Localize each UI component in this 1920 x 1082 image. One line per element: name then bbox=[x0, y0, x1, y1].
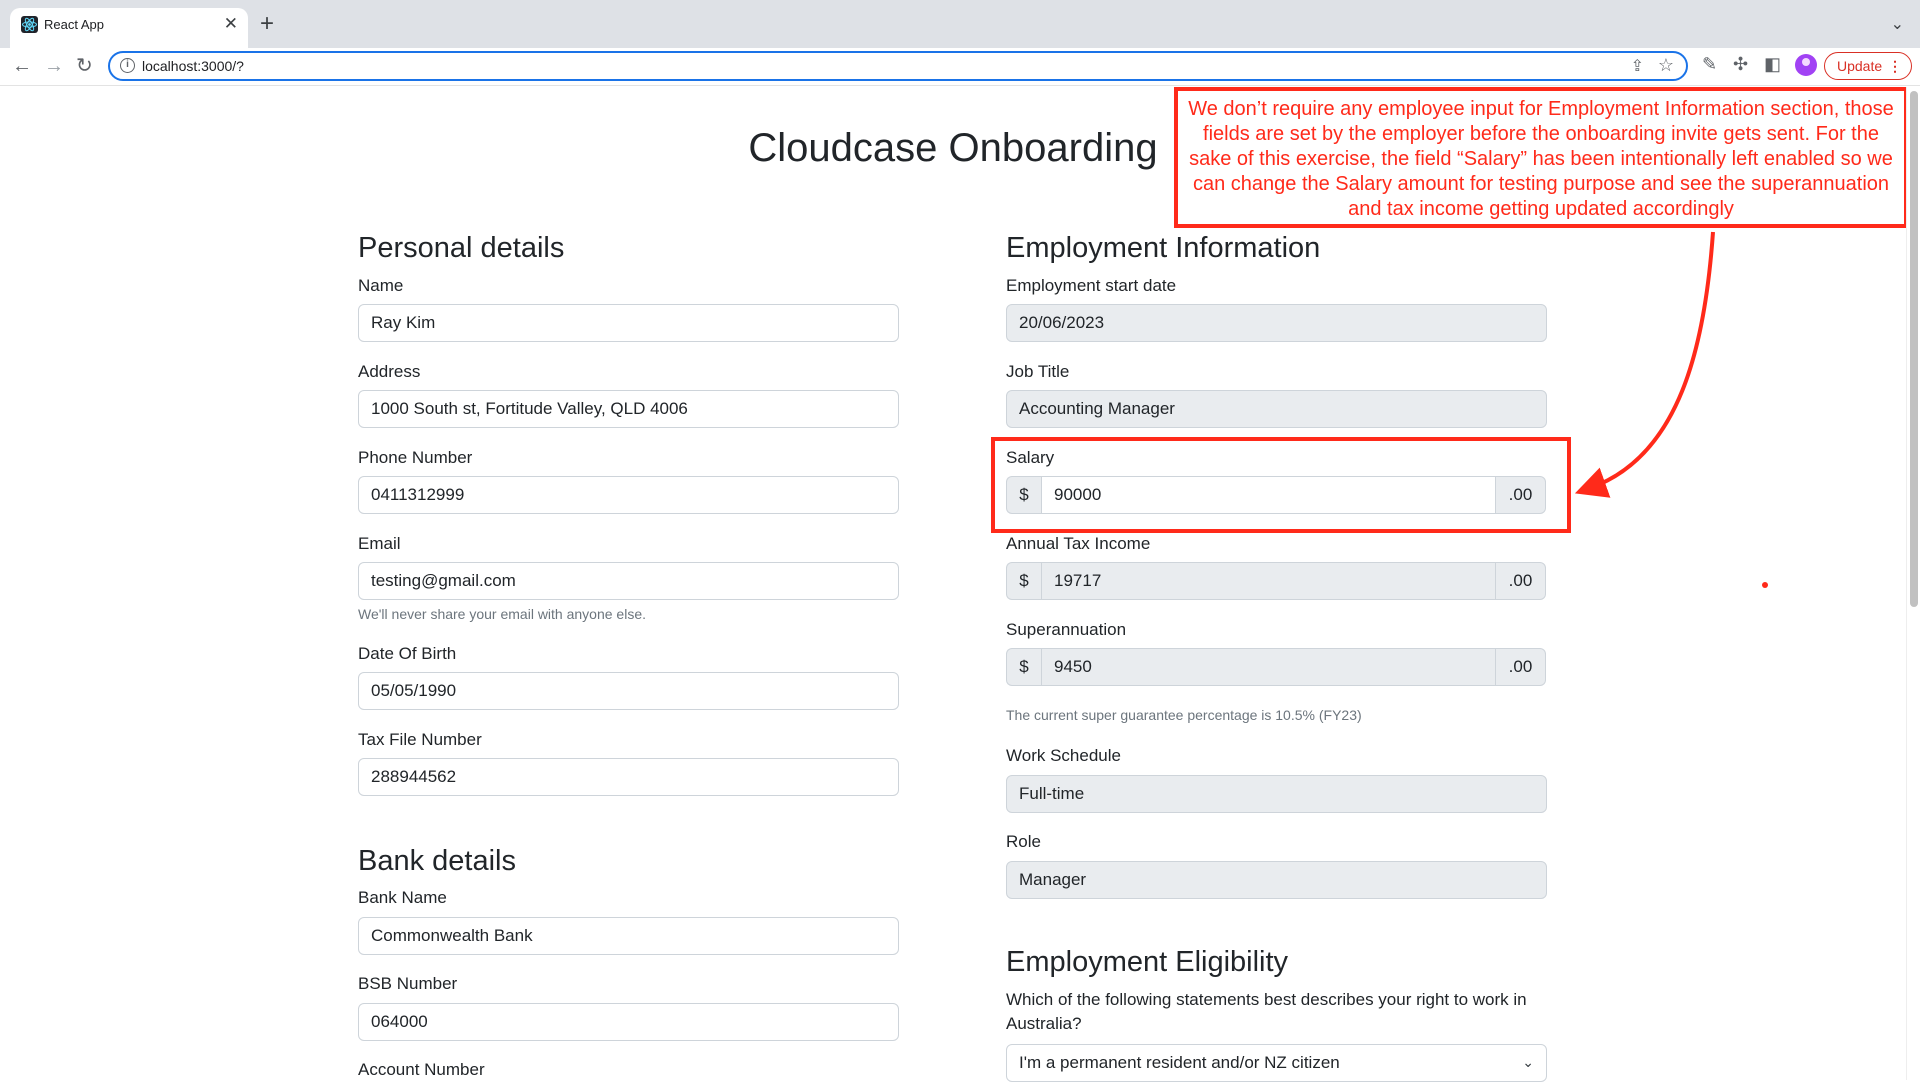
url-text[interactable]: localhost:3000/? bbox=[142, 58, 244, 74]
bookmark-star-icon[interactable]: ☆ bbox=[1658, 55, 1674, 76]
role-label: Role bbox=[1006, 832, 1041, 851]
work-schedule-label: Work Schedule bbox=[1006, 746, 1121, 765]
tab-strip: React App ✕ + ⌄ bbox=[0, 0, 1920, 48]
address-label: Address bbox=[358, 362, 421, 381]
account-number-label: Account Number bbox=[358, 1060, 485, 1079]
bank-name-label: Bank Name bbox=[358, 888, 447, 907]
job-title-label: Job Title bbox=[1006, 362, 1070, 381]
employment-info-heading: Employment Information bbox=[1006, 232, 1321, 264]
tab-title: React App bbox=[44, 17, 104, 32]
cursor-dot bbox=[1762, 582, 1768, 588]
edit-extension-icon[interactable]: ✎ bbox=[1702, 54, 1717, 75]
tax-cents-suffix: .00 bbox=[1496, 562, 1546, 600]
new-tab-icon[interactable]: + bbox=[260, 10, 274, 38]
bsb-label: BSB Number bbox=[358, 974, 458, 993]
eligibility-question: Which of the following statements best d… bbox=[1006, 990, 1527, 1033]
profile-avatar[interactable] bbox=[1795, 54, 1817, 76]
email-label: Email bbox=[358, 534, 401, 553]
react-logo-icon bbox=[21, 16, 38, 33]
bank-name-input[interactable]: Commonwealth Bank bbox=[358, 917, 899, 955]
personal-details-heading: Personal details bbox=[358, 232, 565, 264]
dob-input[interactable]: 05/05/1990 bbox=[358, 672, 899, 710]
address-input[interactable]: 1000 South st, Fortitude Valley, QLD 400… bbox=[358, 390, 899, 428]
annotation-arrow bbox=[1574, 231, 1715, 498]
name-input[interactable]: Ray Kim bbox=[358, 304, 899, 342]
tax-income-input: 19717 bbox=[1041, 562, 1496, 600]
scrollbar-thumb[interactable] bbox=[1910, 91, 1918, 607]
super-guarantee-hint: The current super guarantee percentage i… bbox=[1006, 707, 1362, 723]
start-date-input: 20/06/2023 bbox=[1006, 304, 1547, 342]
superannuation-input: 9450 bbox=[1041, 648, 1496, 686]
start-date-label: Employment start date bbox=[1006, 276, 1177, 295]
close-icon[interactable]: ✕ bbox=[224, 14, 238, 34]
bank-details-heading: Bank details bbox=[358, 845, 516, 877]
phone-label: Phone Number bbox=[358, 448, 473, 467]
super-input-group: $ 9450 .00 bbox=[1006, 648, 1546, 686]
tax-income-label: Annual Tax Income bbox=[1006, 534, 1151, 553]
phone-input[interactable]: 0411312999 bbox=[358, 476, 899, 514]
eligibility-selected-value: I'm a permanent resident and/or NZ citiz… bbox=[1019, 1053, 1340, 1072]
tfn-label: Tax File Number bbox=[358, 730, 482, 749]
browser-tab[interactable]: React App ✕ bbox=[10, 8, 248, 48]
forward-icon[interactable]: → bbox=[44, 56, 64, 76]
share-icon[interactable]: ⇪ bbox=[1631, 56, 1644, 76]
update-label: Update bbox=[1837, 58, 1883, 74]
side-panel-icon[interactable]: ◧ bbox=[1764, 54, 1781, 75]
tab-search-icon[interactable]: ⌄ bbox=[1891, 14, 1904, 34]
email-input[interactable]: testing@gmail.com bbox=[358, 562, 899, 600]
super-cents-suffix: .00 bbox=[1496, 648, 1546, 686]
tfn-input[interactable]: 288944562 bbox=[358, 758, 899, 796]
address-bar[interactable]: i localhost:3000/? ⇪ ☆ bbox=[108, 51, 1688, 81]
extensions-puzzle-icon[interactable]: ✣ bbox=[1733, 54, 1748, 75]
name-label: Name bbox=[358, 276, 404, 295]
annotation-text: We don’t require any employee input for … bbox=[1188, 98, 1894, 220]
chevron-down-icon: ⌄ bbox=[1522, 1054, 1534, 1070]
bsb-input[interactable]: 064000 bbox=[358, 1003, 899, 1041]
reload-icon[interactable]: ↻ bbox=[76, 56, 93, 76]
employment-eligibility-heading: Employment Eligibility bbox=[1006, 946, 1289, 978]
eligibility-select[interactable]: I'm a permanent resident and/or NZ citiz… bbox=[1006, 1044, 1547, 1082]
dob-label: Date Of Birth bbox=[358, 644, 457, 663]
superannuation-label: Superannuation bbox=[1006, 620, 1127, 639]
tax-input-group: $ 19717 .00 bbox=[1006, 562, 1546, 600]
job-title-input: Accounting Manager bbox=[1006, 390, 1547, 428]
salary-highlight-box bbox=[991, 437, 1571, 533]
annotation-callout: We don’t require any employee input for … bbox=[1174, 87, 1908, 228]
update-button[interactable]: Update ⋮ bbox=[1824, 52, 1912, 80]
role-input: Manager bbox=[1006, 861, 1547, 899]
browser-toolbar: ← → ↻ i localhost:3000/? ⇪ ☆ ✎ ✣ ◧ Updat… bbox=[0, 48, 1920, 86]
email-hint: We'll never share your email with anyone… bbox=[358, 606, 646, 622]
site-info-icon[interactable]: i bbox=[120, 58, 135, 73]
super-currency-prefix: $ bbox=[1006, 648, 1041, 686]
menu-dots-icon: ⋮ bbox=[1888, 58, 1902, 74]
tax-currency-prefix: $ bbox=[1006, 562, 1041, 600]
page-scrollbar[interactable] bbox=[1906, 87, 1920, 1080]
work-schedule-input: Full-time bbox=[1006, 775, 1547, 813]
back-icon[interactable]: ← bbox=[12, 56, 32, 76]
